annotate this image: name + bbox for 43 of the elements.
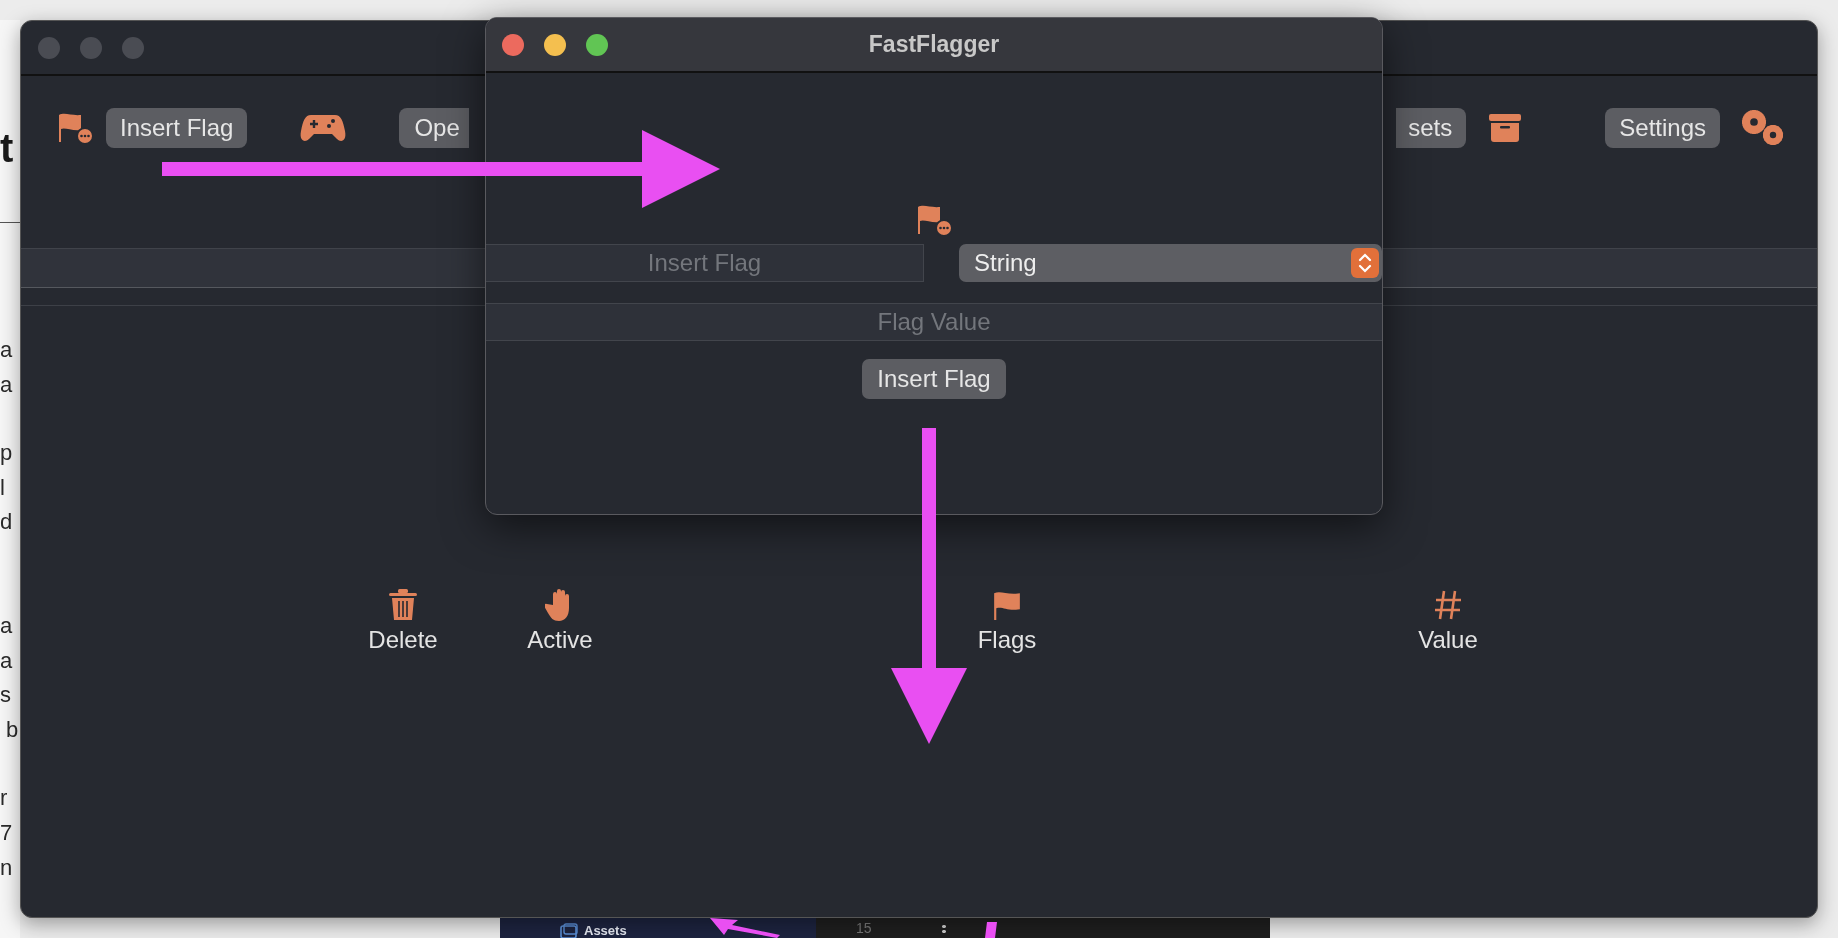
- input-field[interactable]: Flag Value: [486, 303, 1382, 341]
- type-dropdown[interactable]: String: [959, 244, 1382, 282]
- folder-icon: [560, 923, 578, 938]
- trash-icon: [388, 588, 418, 622]
- toolbar-button[interactable]: sets: [1396, 108, 1467, 148]
- input-field[interactable]: Insert Flag: [486, 244, 924, 282]
- text-line: b: [5, 715, 20, 744]
- flag-icon: [916, 204, 952, 236]
- column-label: Value: [1418, 626, 1478, 654]
- flag-icon[interactable]: [57, 112, 93, 144]
- archive-icon[interactable]: [1488, 113, 1523, 143]
- text-line: a: [0, 370, 14, 399]
- more-icon[interactable]: [941, 924, 946, 934]
- text-line: a: [0, 611, 14, 640]
- text-line: l: [0, 473, 6, 502]
- hash-icon: [1433, 588, 1463, 622]
- toolbar-button[interactable]: Settings: [1605, 108, 1720, 148]
- annotation-arrow: [710, 918, 780, 938]
- text-line: a: [0, 336, 14, 364]
- column-label: Active: [527, 626, 593, 654]
- toolbar-button[interactable]: Insert Flag: [106, 108, 248, 148]
- window-title: FastFlagger: [868, 31, 1000, 58]
- insert-button[interactable]: Insert Flag: [862, 359, 1006, 399]
- minimize-button[interactable]: [544, 33, 566, 56]
- gamepad-icon[interactable]: [299, 113, 348, 143]
- column-label: Flags: [977, 626, 1037, 654]
- toolbar-button[interactable]: Ope: [399, 108, 470, 148]
- text-line: 7: [0, 818, 14, 847]
- sidebar-item[interactable]: Assets: [560, 923, 627, 938]
- close-button[interactable]: [502, 33, 524, 56]
- zoom-button[interactable]: [586, 33, 608, 56]
- text-line: a: [0, 646, 14, 675]
- heading-text: t: [0, 126, 15, 170]
- text-line: d: [0, 508, 14, 537]
- column-label: Delete: [368, 626, 438, 654]
- text-line: r: [0, 784, 9, 813]
- text-line: s: [0, 681, 12, 710]
- annotation-arrow: [985, 922, 997, 938]
- text-line: n: [0, 853, 14, 882]
- chevron-icon: [1351, 248, 1379, 278]
- line-number: 15: [856, 920, 872, 936]
- sidebar-label: Assets: [584, 924, 627, 938]
- text-line: p: [0, 439, 14, 468]
